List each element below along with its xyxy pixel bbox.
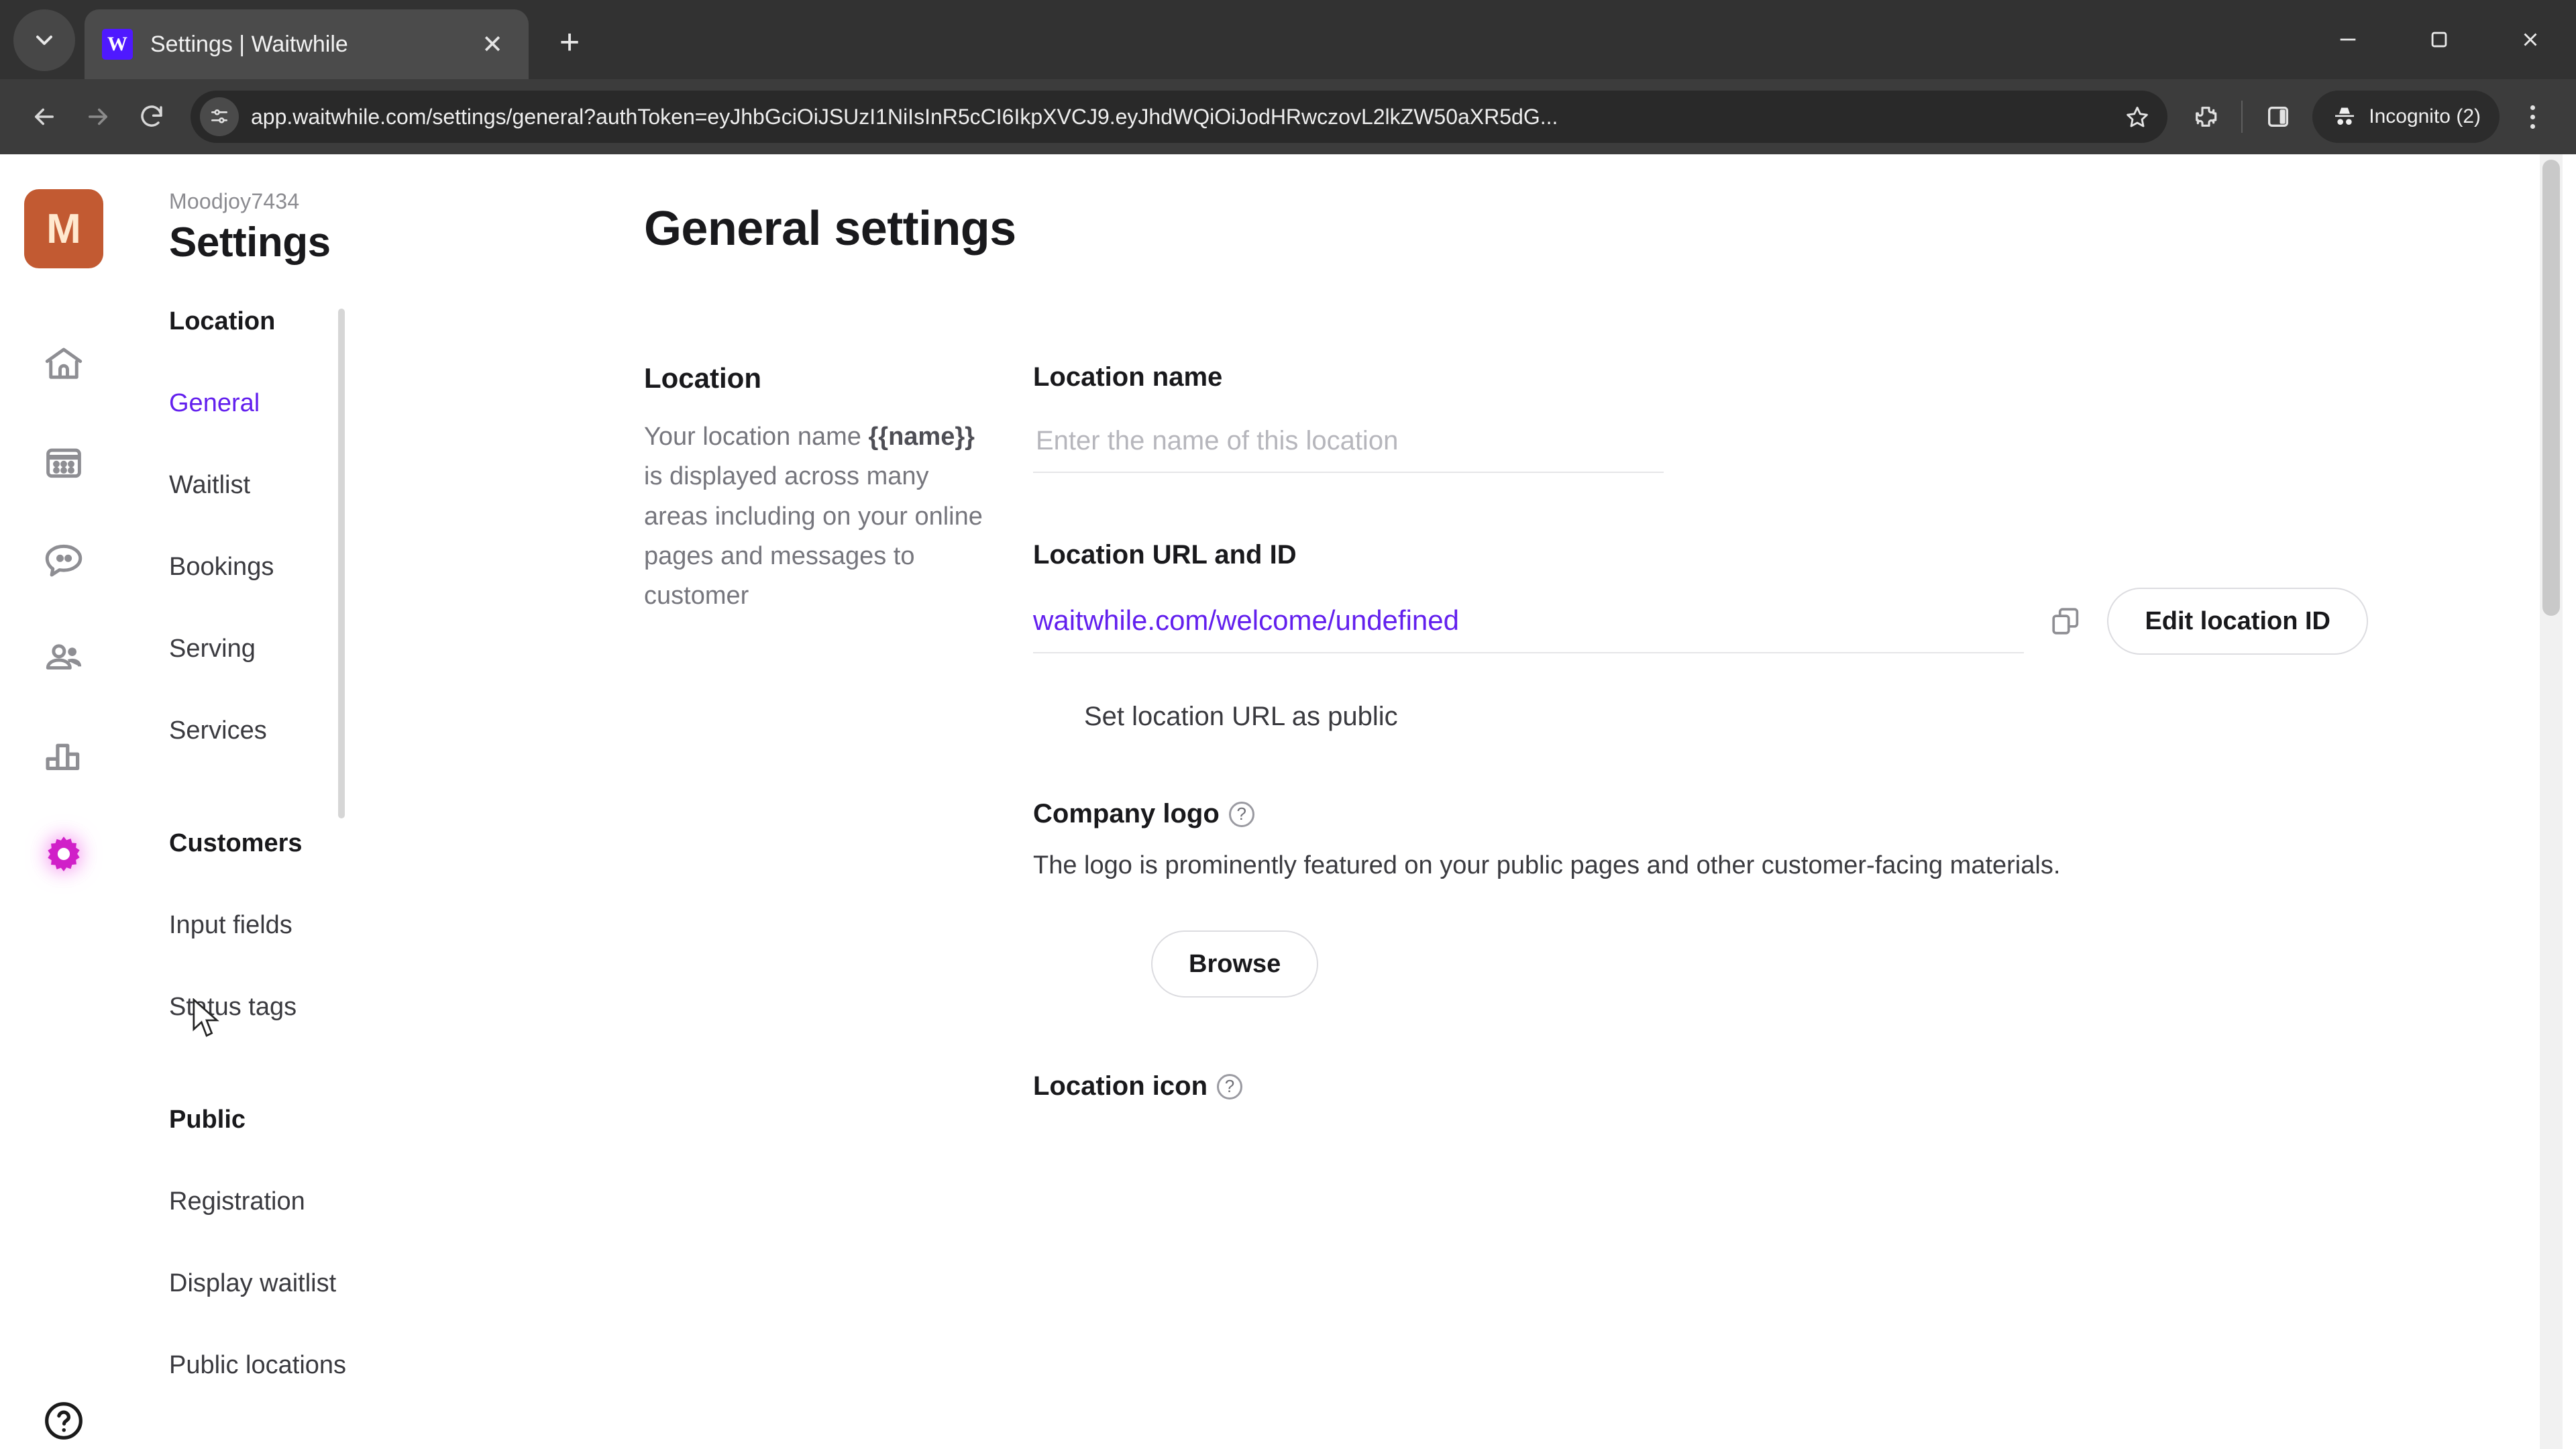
reload-icon[interactable] [125, 90, 178, 144]
company-logo-label: Company logo? [1033, 799, 2455, 829]
workspace-avatar[interactable]: M [24, 189, 103, 268]
location-url-label: Location URL and ID [1033, 540, 1297, 570]
kebab-menu-icon[interactable] [2506, 91, 2559, 143]
incognito-hat-icon [2335, 107, 2355, 125]
edit-location-id-button[interactable]: Edit location ID [2107, 588, 2368, 655]
rail-item-messages[interactable] [27, 513, 101, 610]
side-panel-icon[interactable] [2252, 91, 2304, 143]
location-name-field: Location name [1033, 362, 2455, 473]
sidebar-item-serving[interactable]: Serving [127, 636, 297, 661]
site-settings-icon[interactable] [200, 97, 239, 136]
rail-item-analytics[interactable] [27, 708, 101, 806]
rail-item-list [27, 317, 101, 904]
sidebar-item-services[interactable]: Services [127, 718, 309, 743]
company-logo-label-text: Company logo [1033, 799, 1220, 828]
rail-item-settings[interactable] [27, 806, 101, 904]
tab-strip: W Settings | Waitwhile ✕ + [0, 0, 2576, 79]
set-url-public-label[interactable]: Set location URL as public [1084, 702, 1398, 732]
rail-item-home[interactable] [27, 317, 101, 415]
location-section-description: Location Your location name {{name}} is … [644, 362, 1033, 1119]
sidebar-item-display-waitlist[interactable]: Display waitlist [127, 1271, 378, 1296]
location-section-title: Location [644, 362, 761, 394]
new-tab-button[interactable]: + [545, 17, 594, 67]
content-heading: General settings [644, 202, 1016, 256]
maximize-icon[interactable] [2394, 0, 2485, 79]
tab-title: Settings | Waitwhile [150, 31, 348, 57]
set-url-public-checkbox[interactable] [1033, 702, 1063, 732]
desc-suffix: is displayed across many areas including… [644, 462, 983, 610]
sidebar-item-public-locations[interactable]: Public locations [127, 1352, 388, 1378]
chat-bubble-icon [42, 538, 86, 586]
waitwhile-favicon-icon: W [102, 29, 133, 60]
toolbar-divider [2241, 101, 2243, 133]
gear-icon [42, 832, 86, 879]
window-controls [2302, 0, 2576, 79]
rail-item-customers[interactable] [27, 610, 101, 708]
help-circle-icon[interactable]: ? [1217, 1073, 1242, 1099]
nav-group-location: Location [169, 307, 276, 335]
location-icon-field: Location icon? [1033, 1071, 2455, 1102]
sidebar-item-registration[interactable]: Registration [127, 1189, 347, 1214]
bar-chart-icon [42, 734, 86, 782]
incognito-profile-button[interactable]: Incognito (2) [2312, 91, 2500, 143]
sidebar-item-general[interactable]: General [127, 390, 301, 416]
close-icon[interactable]: ✕ [474, 25, 511, 63]
desc-token: {{name}} [868, 423, 975, 451]
location-url-field: Location URL and ID waitwhile.com/welcom… [1033, 540, 2455, 732]
location-name-input[interactable] [1033, 410, 1664, 473]
home-icon [42, 342, 86, 390]
star-icon[interactable] [2116, 96, 2158, 138]
rail-item-calendar[interactable] [27, 415, 101, 513]
browser-tab[interactable]: W Settings | Waitwhile ✕ [85, 9, 529, 79]
forward-arrow-icon[interactable] [71, 90, 125, 144]
desc-prefix: Your location name [644, 423, 869, 451]
company-logo-description: The logo is prominently featured on your… [1033, 851, 2061, 879]
calendar-icon [42, 440, 86, 488]
workspace-name: Moodjoy7434 [169, 189, 300, 213]
location-icon-label: Location icon? [1033, 1071, 2455, 1102]
location-url-value: waitwhile.com/welcome/undefined [1033, 589, 2025, 653]
people-icon [42, 636, 86, 684]
help-circle-icon[interactable]: ? [1228, 801, 1254, 827]
url-text: app.waitwhile.com/settings/general?authT… [251, 104, 1558, 129]
back-arrow-icon[interactable] [17, 90, 71, 144]
app-viewport: M Moodjoy7434 Settings Location General … [0, 154, 2576, 1449]
window-close-icon[interactable] [2485, 0, 2576, 79]
copy-icon[interactable] [2039, 594, 2092, 648]
location-section: Location Your location name {{name}} is … [644, 362, 2455, 1119]
sidebar-item-bookings[interactable]: Bookings [127, 554, 315, 580]
company-logo-field: Company logo? The logo is prominently fe… [1033, 799, 2455, 998]
sidebar-item-waitlist[interactable]: Waitlist [127, 472, 292, 498]
settings-nav-column: Moodjoy7434 Settings Location General Wait… [127, 154, 530, 1449]
incognito-label: Incognito (2) [2369, 105, 2481, 127]
browse-logo-button[interactable]: Browse [1151, 930, 1319, 998]
main-content: General settings Location Your location … [530, 154, 2563, 1449]
minimize-icon[interactable] [2302, 0, 2394, 79]
question-circle-icon[interactable] [42, 1399, 86, 1443]
location-icon-label-text: Location icon [1033, 1071, 1208, 1101]
sidebar-item-status-tags[interactable]: Status tags [127, 994, 338, 1020]
browser-toolbar: app.waitwhile.com/settings/general?authT… [0, 79, 2576, 154]
extensions-icon[interactable] [2180, 91, 2232, 143]
page-scrollbar-thumb[interactable] [2542, 160, 2560, 616]
nav-group-customers: Customers [169, 829, 303, 857]
set-url-public-row[interactable]: Set location URL as public [1033, 702, 2455, 732]
browser-window: W Settings | Waitwhile ✕ + app.waitwhile… [0, 0, 2576, 1449]
location-name-label: Location name [1033, 362, 1223, 392]
location-section-fields: Location name Location URL and ID waitwh… [1033, 362, 2455, 1119]
address-bar[interactable]: app.waitwhile.com/settings/general?authT… [191, 91, 2168, 143]
tab-search-chevron-icon[interactable] [13, 9, 75, 71]
sidebar-item-input-fields[interactable]: Input fields [127, 912, 334, 938]
page-title: Settings [169, 219, 331, 266]
page-scrollbar-track[interactable] [2540, 154, 2563, 1449]
primary-icon-rail: M [0, 154, 127, 1449]
nav-group-public: Public [169, 1106, 246, 1134]
location-url-link[interactable]: waitwhile.com/welcome/undefined [1033, 604, 1459, 637]
settings-nav-list: Location General Waitlist Bookings Serving Se… [127, 309, 530, 1449]
location-section-text: Your location name {{name}} is displayed… [644, 417, 993, 616]
